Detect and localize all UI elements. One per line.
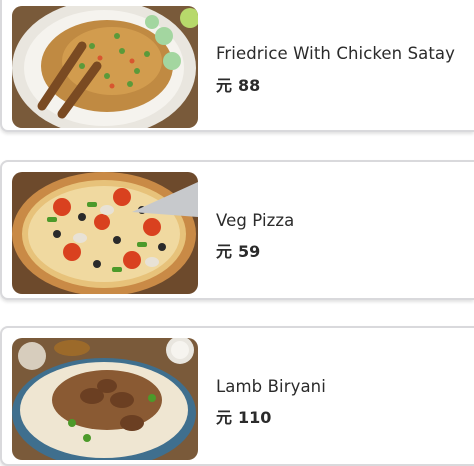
price-value: 88 xyxy=(238,76,261,95)
menu-item-price: 元 110 xyxy=(216,404,271,428)
price-value: 59 xyxy=(238,242,261,261)
menu-item-price: 元 88 xyxy=(216,72,260,96)
menu-item-name: Friedrice With Chicken Satay xyxy=(216,44,456,63)
menu-item-price: 元 59 xyxy=(216,238,260,262)
price-value: 110 xyxy=(238,408,272,427)
currency-symbol: 元 xyxy=(216,408,233,427)
menu-item-name: Veg Pizza xyxy=(216,211,295,230)
menu-item-card[interactable]: Veg Pizza 元 59 xyxy=(0,160,474,300)
food-image-lamb-biryani xyxy=(12,338,198,460)
currency-symbol: 元 xyxy=(216,76,233,95)
currency-symbol: 元 xyxy=(216,242,233,261)
menu-item-card[interactable]: Friedrice With Chicken Satay 元 88 xyxy=(0,0,474,132)
food-image-veg-pizza xyxy=(12,172,198,294)
menu-item-card[interactable]: Lamb Biryani 元 110 xyxy=(0,326,474,466)
menu-item-name: Lamb Biryani xyxy=(216,377,326,396)
food-image-fried-rice xyxy=(12,6,198,128)
